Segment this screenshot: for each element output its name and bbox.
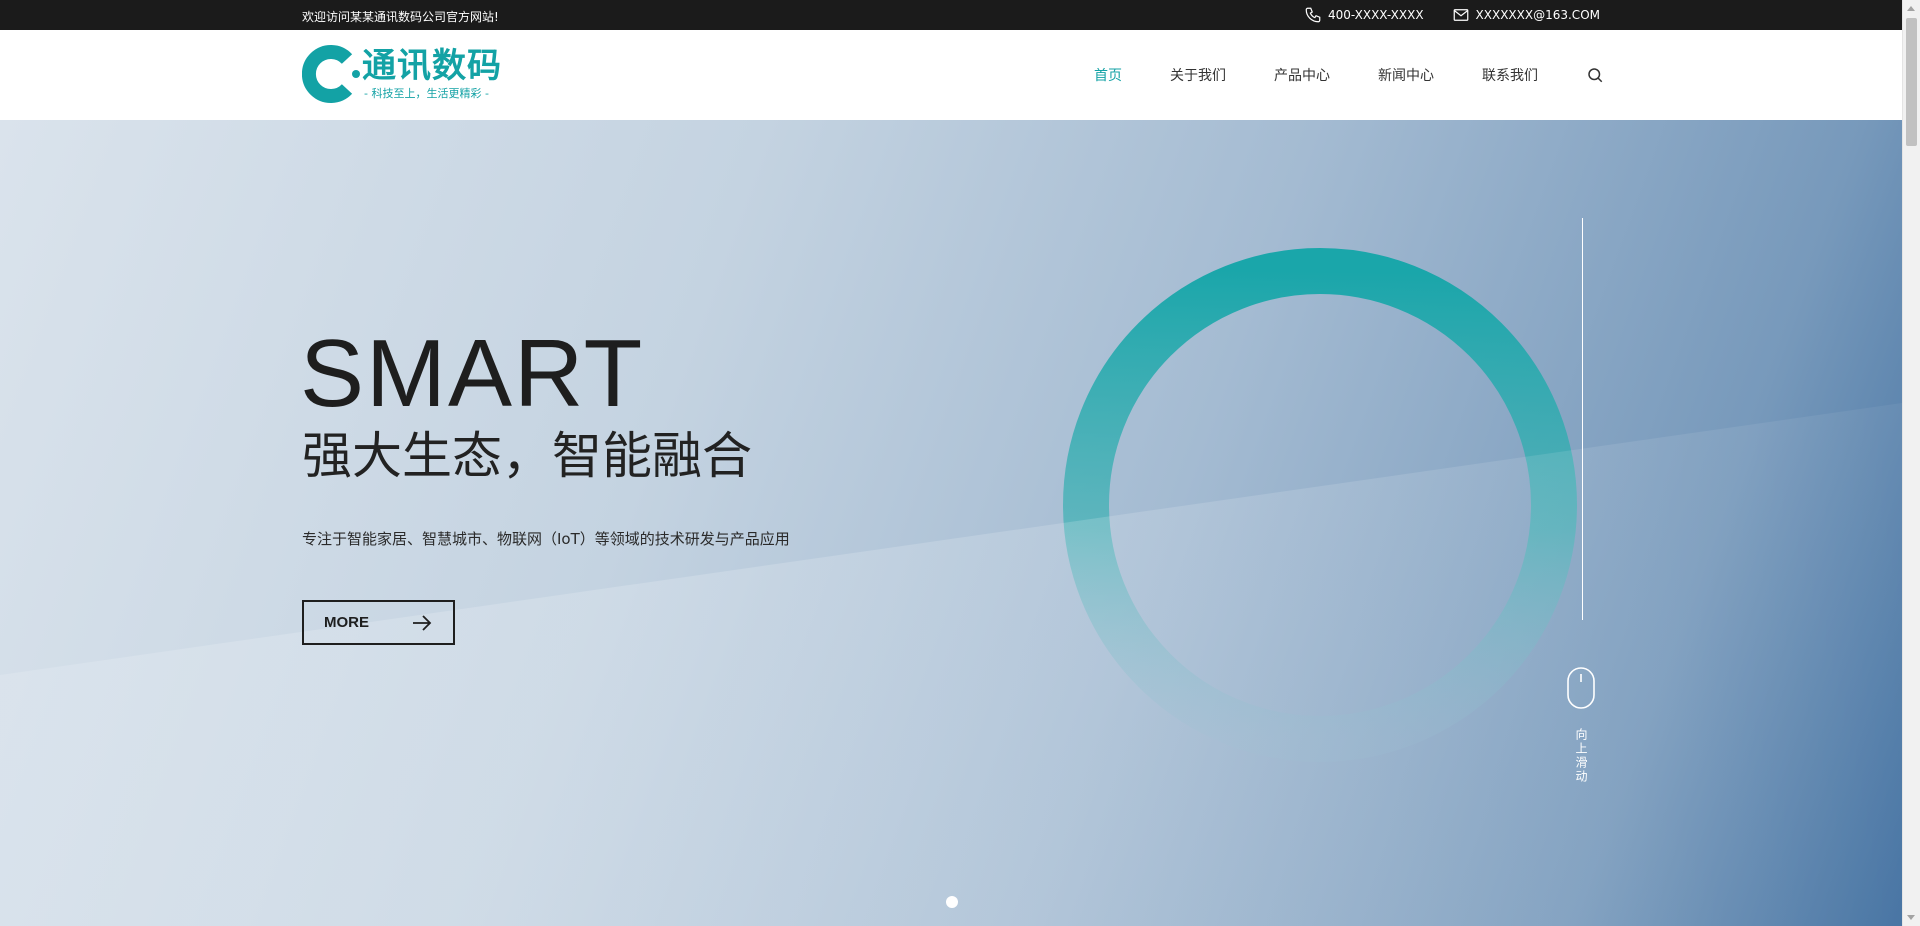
mail-icon bbox=[1453, 9, 1468, 21]
slider-dot[interactable] bbox=[946, 896, 958, 908]
scroll-up-arrow[interactable] bbox=[1907, 6, 1915, 11]
more-button-label: MORE bbox=[324, 614, 369, 631]
welcome-text: 欢迎访问某某通讯数码公司官方网站! bbox=[302, 10, 499, 24]
email-address: XXXXXXX@163.COM bbox=[1475, 8, 1600, 22]
nav-item-about[interactable]: 关于我们 bbox=[1170, 65, 1226, 85]
phone-number: 400-XXXX-XXXX bbox=[1328, 8, 1424, 22]
scroll-hint: 向上滑动 bbox=[1574, 728, 1588, 784]
search-icon[interactable] bbox=[1586, 66, 1604, 84]
scroll-down-arrow[interactable] bbox=[1907, 915, 1915, 920]
logo-title: 通讯数码 bbox=[362, 45, 502, 86]
mouse-icon[interactable] bbox=[1566, 666, 1596, 710]
main-nav: 首页 关于我们 产品中心 新闻中心 联系我们 bbox=[1094, 30, 1604, 120]
top-bar: 欢迎访问某某通讯数码公司官方网站! 400-XXXX-XXXX XXXXXXX@… bbox=[0, 0, 1902, 30]
page-scrollbar[interactable] bbox=[1902, 0, 1920, 926]
logo[interactable]: 通讯数码 - 科技至上，生活更精彩 - bbox=[302, 44, 502, 104]
arrow-right-icon bbox=[413, 615, 432, 631]
nav-item-home[interactable]: 首页 bbox=[1094, 65, 1122, 85]
logo-text: 通讯数码 - 科技至上，生活更精彩 - bbox=[362, 48, 502, 101]
email-contact[interactable]: XXXXXXX@163.COM bbox=[1452, 6, 1600, 24]
phone-contact[interactable]: 400-XXXX-XXXX bbox=[1304, 6, 1424, 24]
more-button[interactable]: MORE bbox=[302, 600, 455, 645]
nav-item-news[interactable]: 新闻中心 bbox=[1378, 65, 1434, 85]
contact-info: 400-XXXX-XXXX XXXXXXX@163.COM bbox=[1276, 6, 1600, 24]
logo-c-icon bbox=[302, 45, 360, 103]
hero-subtitle: 强大生态，智能融合 bbox=[302, 427, 752, 485]
hero-description: 专注于智能家居、智慧城市、物联网（IoT）等领域的技术研发与产品应用 bbox=[302, 530, 790, 548]
logo-slogan: - 科技至上，生活更精彩 - bbox=[364, 86, 489, 100]
header: 通讯数码 - 科技至上，生活更精彩 - 首页 关于我们 产品中心 新闻中心 联系… bbox=[0, 30, 1902, 120]
hero-background bbox=[0, 248, 1902, 926]
nav-item-products[interactable]: 产品中心 bbox=[1274, 65, 1330, 85]
hero-title: SMART bbox=[300, 320, 645, 427]
vertical-divider bbox=[1582, 218, 1583, 620]
phone-icon bbox=[1305, 7, 1321, 23]
hero-banner: SMART 强大生态，智能融合 专注于智能家居、智慧城市、物联网（IoT）等领域… bbox=[0, 120, 1902, 926]
scroll-thumb[interactable] bbox=[1906, 18, 1917, 146]
nav-item-contact[interactable]: 联系我们 bbox=[1482, 65, 1538, 85]
